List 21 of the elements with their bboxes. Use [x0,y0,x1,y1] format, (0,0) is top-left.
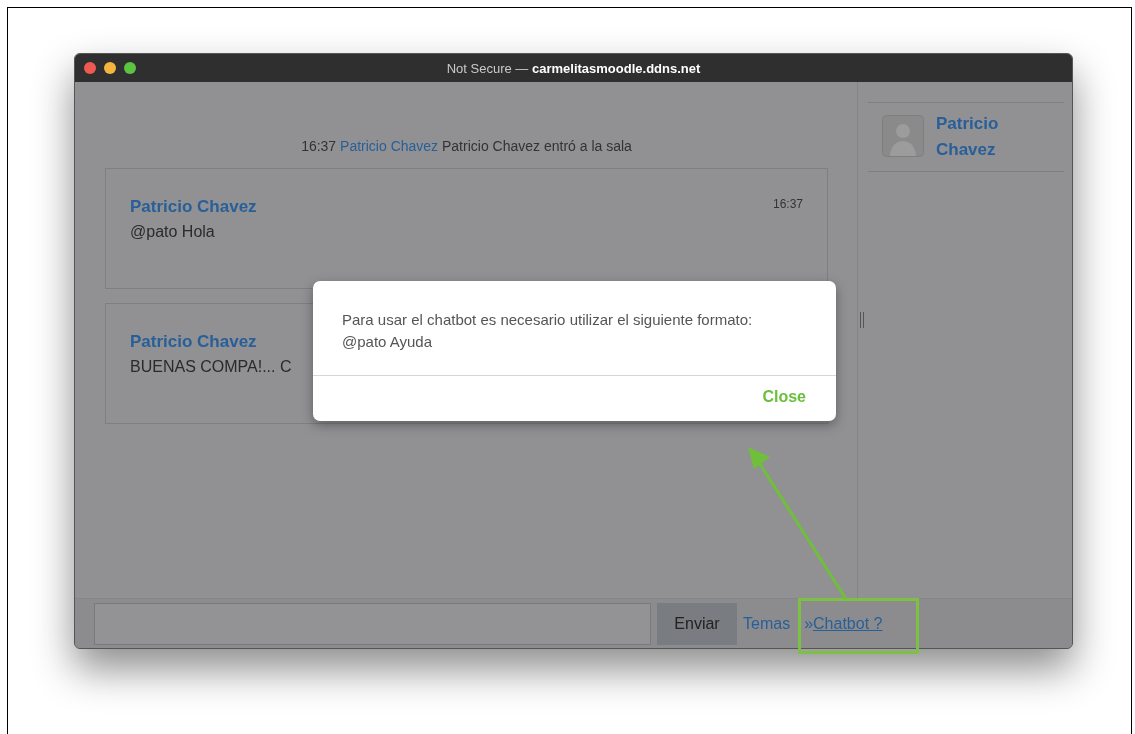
resize-handle[interactable] [860,312,864,328]
zoom-button[interactable] [124,62,136,74]
message-text: @pato Hola [130,223,216,241]
chatbot-link[interactable]: Chatbot ? [813,614,883,633]
message-input[interactable] [94,602,651,645]
close-button[interactable] [84,62,96,74]
avatar-icon [882,115,924,157]
close-button[interactable]: Close [756,384,812,410]
window-title: Not Secure — carmelitasmoodle.ddns.net [445,60,702,76]
message-text: BUENAS COMPA!... C [130,358,293,376]
user-name[interactable]: Patricio Chavez [936,111,1016,163]
minimize-button[interactable] [104,62,116,74]
message-author[interactable]: Patricio Chavez [130,332,257,352]
dialog-message: Para usar el chatbot es necesario utilizar el siguiente formato: @pato Ayuda [313,281,836,376]
separator-mark: » [804,614,814,633]
message-time: 16:37 [772,197,803,211]
topics-link[interactable]: Temas [743,614,791,633]
system-message: 16:37 Patricio Chavez Patricio Chavez entró a la sala [300,138,633,154]
user-link[interactable]: Patricio Chavez [340,138,439,154]
send-button[interactable]: Enviar [657,602,737,645]
message-author[interactable]: Patricio Chavez [130,197,257,217]
